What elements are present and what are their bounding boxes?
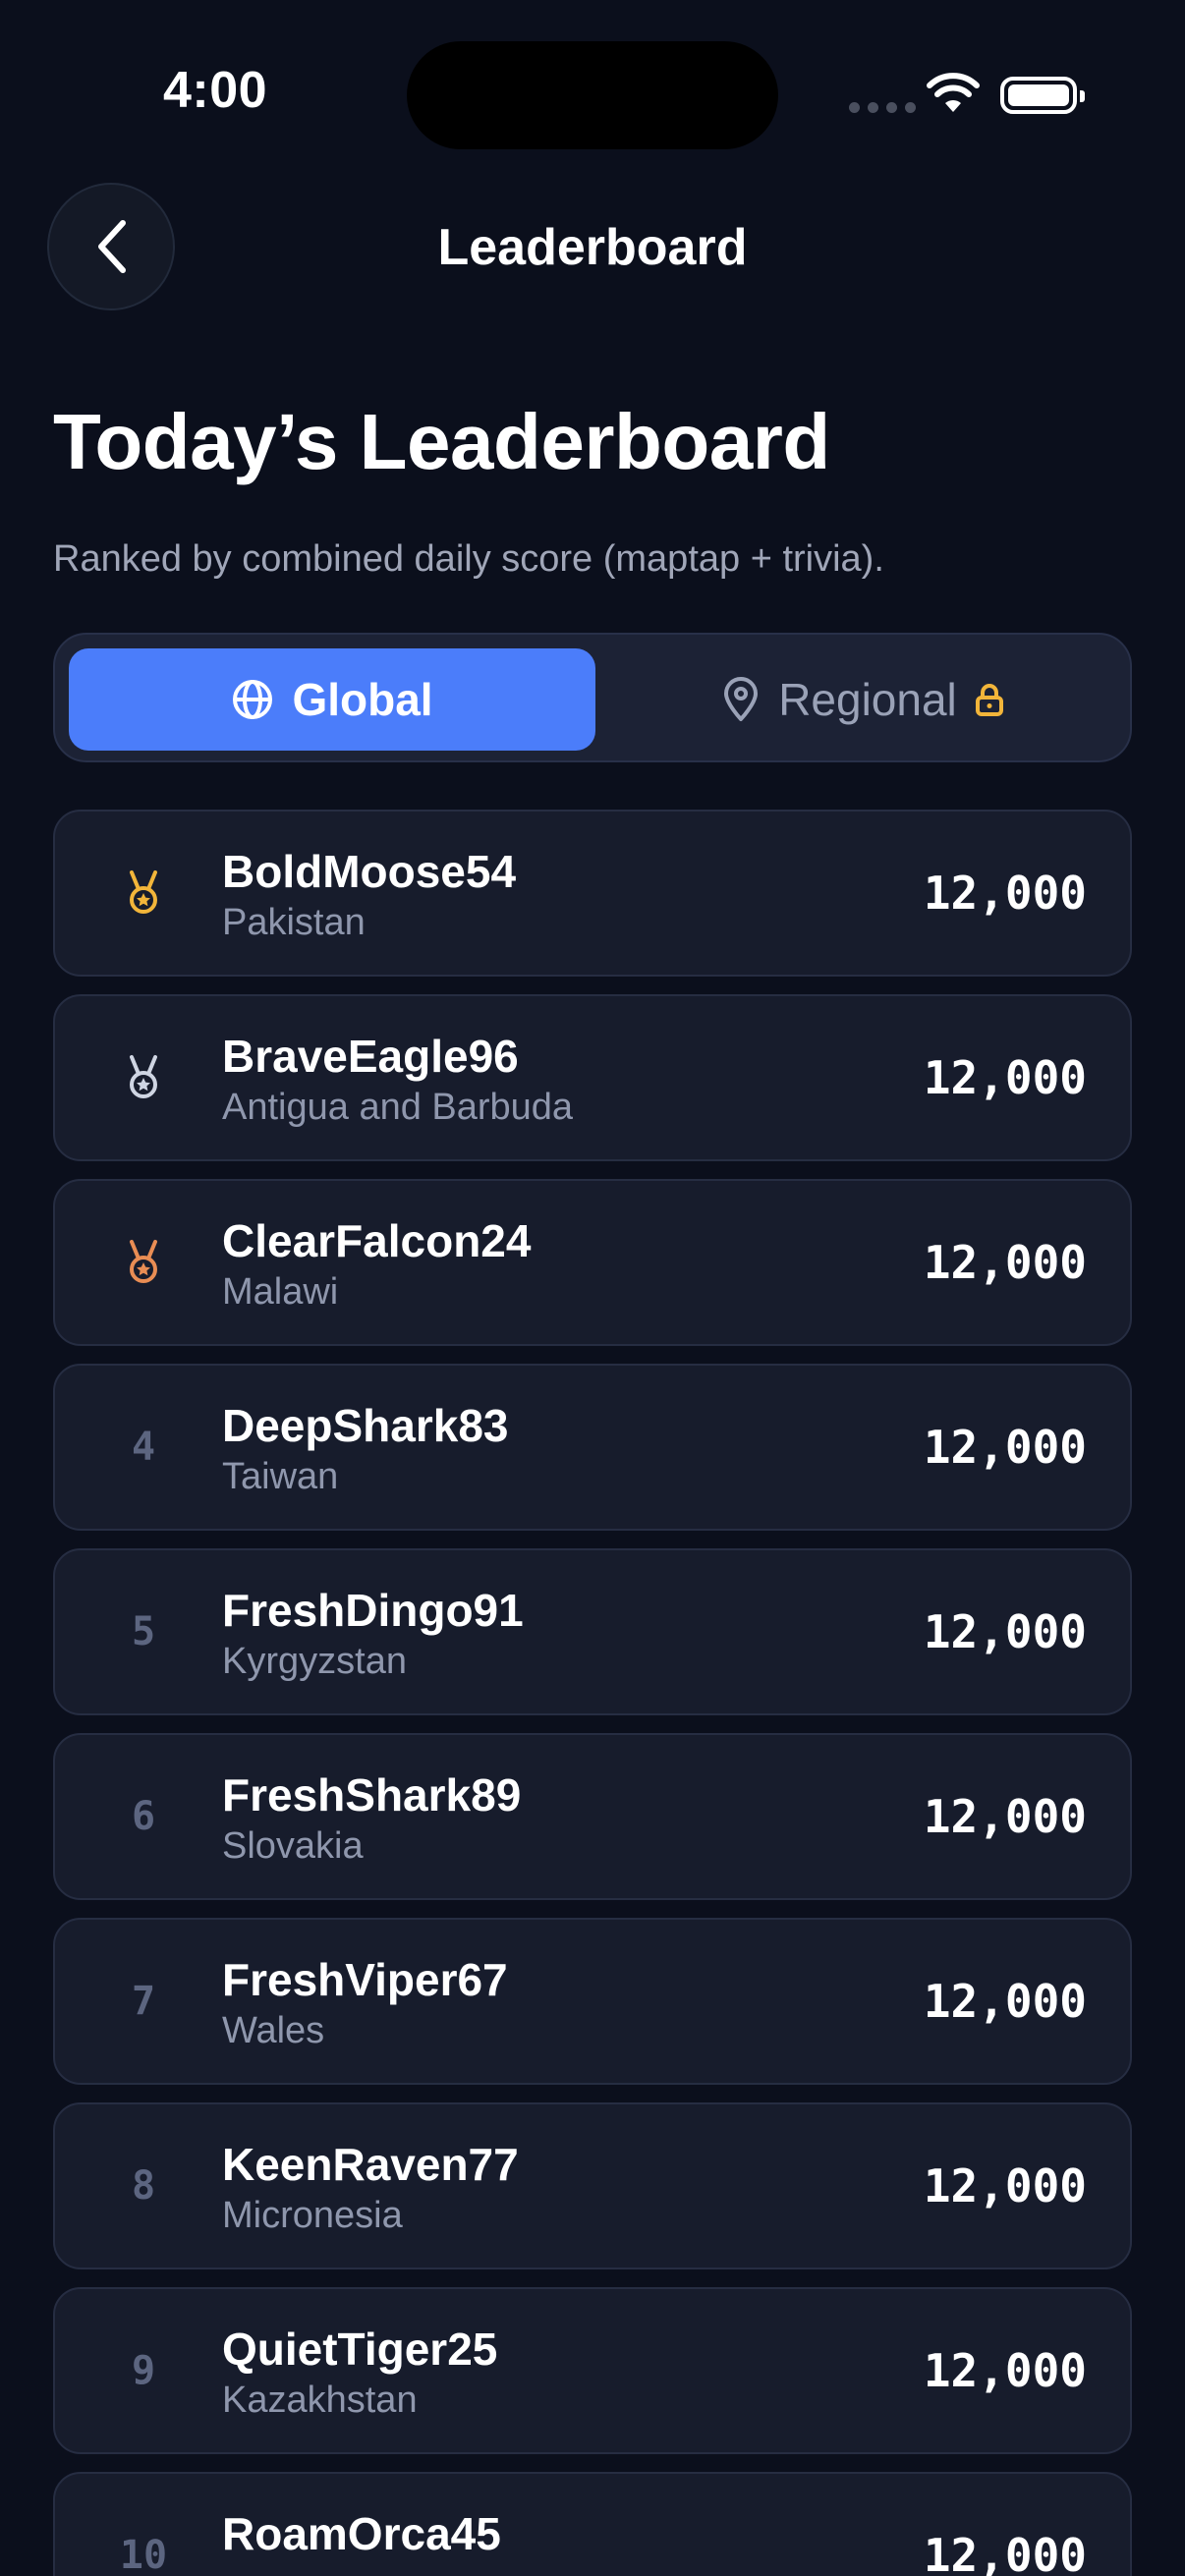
wifi-icon (926, 73, 981, 121)
player-name: FreshDingo91 (222, 1585, 524, 1636)
leaderboard-row[interactable]: 4 DeepShark83 Taiwan 12,000 (53, 1364, 1132, 1531)
status-time: 4:00 (163, 62, 268, 119)
player-country: Antigua and Barbuda (222, 1087, 574, 1128)
rank-number: 6 (131, 1794, 156, 1839)
tab-regional[interactable]: Regional (607, 648, 1118, 751)
cellular-signal-icon (849, 102, 916, 113)
player-name: DeepShark83 (222, 1400, 509, 1451)
leaderboard-row[interactable]: 8 KeenRaven77 Micronesia 12,000 (53, 2102, 1132, 2269)
player-name: QuietTiger25 (222, 2324, 498, 2375)
player-name: ClearFalcon24 (222, 1215, 532, 1266)
player-country: Slovakia (222, 1825, 364, 1867)
leaderboard-row[interactable]: 9 QuietTiger25 Kazakhstan 12,000 (53, 2287, 1132, 2454)
gold-medal-icon (55, 812, 232, 975)
page-title: Today’s Leaderboard (53, 398, 830, 485)
rank-number: 5 (131, 1609, 156, 1654)
player-score: 12,000 (923, 867, 1087, 920)
leaderboard-row[interactable]: 6 FreshShark89 Slovakia 12,000 (53, 1733, 1132, 1900)
bronze-medal-icon (55, 1181, 232, 1344)
player-country: Micronesia (222, 2195, 403, 2236)
player-name: RoamOrca45 (222, 2508, 501, 2559)
leaderboard-row[interactable]: BoldMoose54 Pakistan 12,000 (53, 810, 1132, 977)
leaderboard-row[interactable]: ClearFalcon24 Malawi 12,000 (53, 1179, 1132, 1346)
player-score: 12,000 (923, 2159, 1087, 2212)
player-name: BraveEagle96 (222, 1031, 519, 1082)
tab-regional-label: Regional (778, 674, 957, 725)
player-score: 12,000 (923, 1051, 1087, 1104)
page-subtitle: Ranked by combined daily score (maptap +… (53, 538, 884, 580)
dynamic-island (407, 41, 778, 149)
player-score: 12,000 (923, 1605, 1087, 1658)
rank-number: 10 (119, 2533, 168, 2576)
tab-global-label: Global (292, 674, 433, 725)
globe-icon (233, 680, 273, 719)
leaderboard-row[interactable]: 10 RoamOrca45 12,000 (53, 2472, 1132, 2576)
leaderboard-row[interactable]: 5 FreshDingo91 Kyrgyzstan 12,000 (53, 1548, 1132, 1715)
leaderboard-screen: 4:00 Leaderboard Today’s Leaderboard Ran… (0, 0, 1185, 2576)
tab-global[interactable]: Global (69, 648, 595, 751)
player-country: Taiwan (222, 1456, 339, 1497)
player-name: KeenRaven77 (222, 2139, 519, 2190)
player-score: 12,000 (923, 2529, 1087, 2576)
player-country: Pakistan (222, 902, 366, 943)
leaderboard-row[interactable]: 7 FreshViper67 Wales 12,000 (53, 1918, 1132, 2085)
player-score: 12,000 (923, 2344, 1087, 2397)
player-country: Kazakhstan (222, 2380, 418, 2421)
player-score: 12,000 (923, 1421, 1087, 1474)
battery-icon (1000, 77, 1085, 114)
leaderboard-row[interactable]: BraveEagle96 Antigua and Barbuda 12,000 (53, 994, 1132, 1161)
player-country: Wales (222, 2010, 325, 2051)
player-name: FreshShark89 (222, 1769, 522, 1820)
rank-number: 7 (131, 1979, 156, 2024)
rank-number: 8 (131, 2163, 156, 2209)
player-country: Malawi (222, 1271, 339, 1313)
rank-number: 4 (131, 1425, 156, 1470)
player-score: 12,000 (923, 1790, 1087, 1843)
player-score: 12,000 (923, 1236, 1087, 1289)
nav-title: Leaderboard (437, 219, 748, 276)
silver-medal-icon (55, 996, 232, 1159)
map-pin-icon (724, 677, 759, 721)
player-name: FreshViper67 (222, 1954, 508, 2005)
scope-segmented-control: Global Regional (53, 633, 1132, 762)
player-country: Kyrgyzstan (222, 1641, 407, 1682)
player-score: 12,000 (923, 1975, 1087, 2028)
player-name: BoldMoose54 (222, 846, 517, 897)
rank-number: 9 (131, 2348, 156, 2393)
lock-icon (975, 684, 1003, 716)
